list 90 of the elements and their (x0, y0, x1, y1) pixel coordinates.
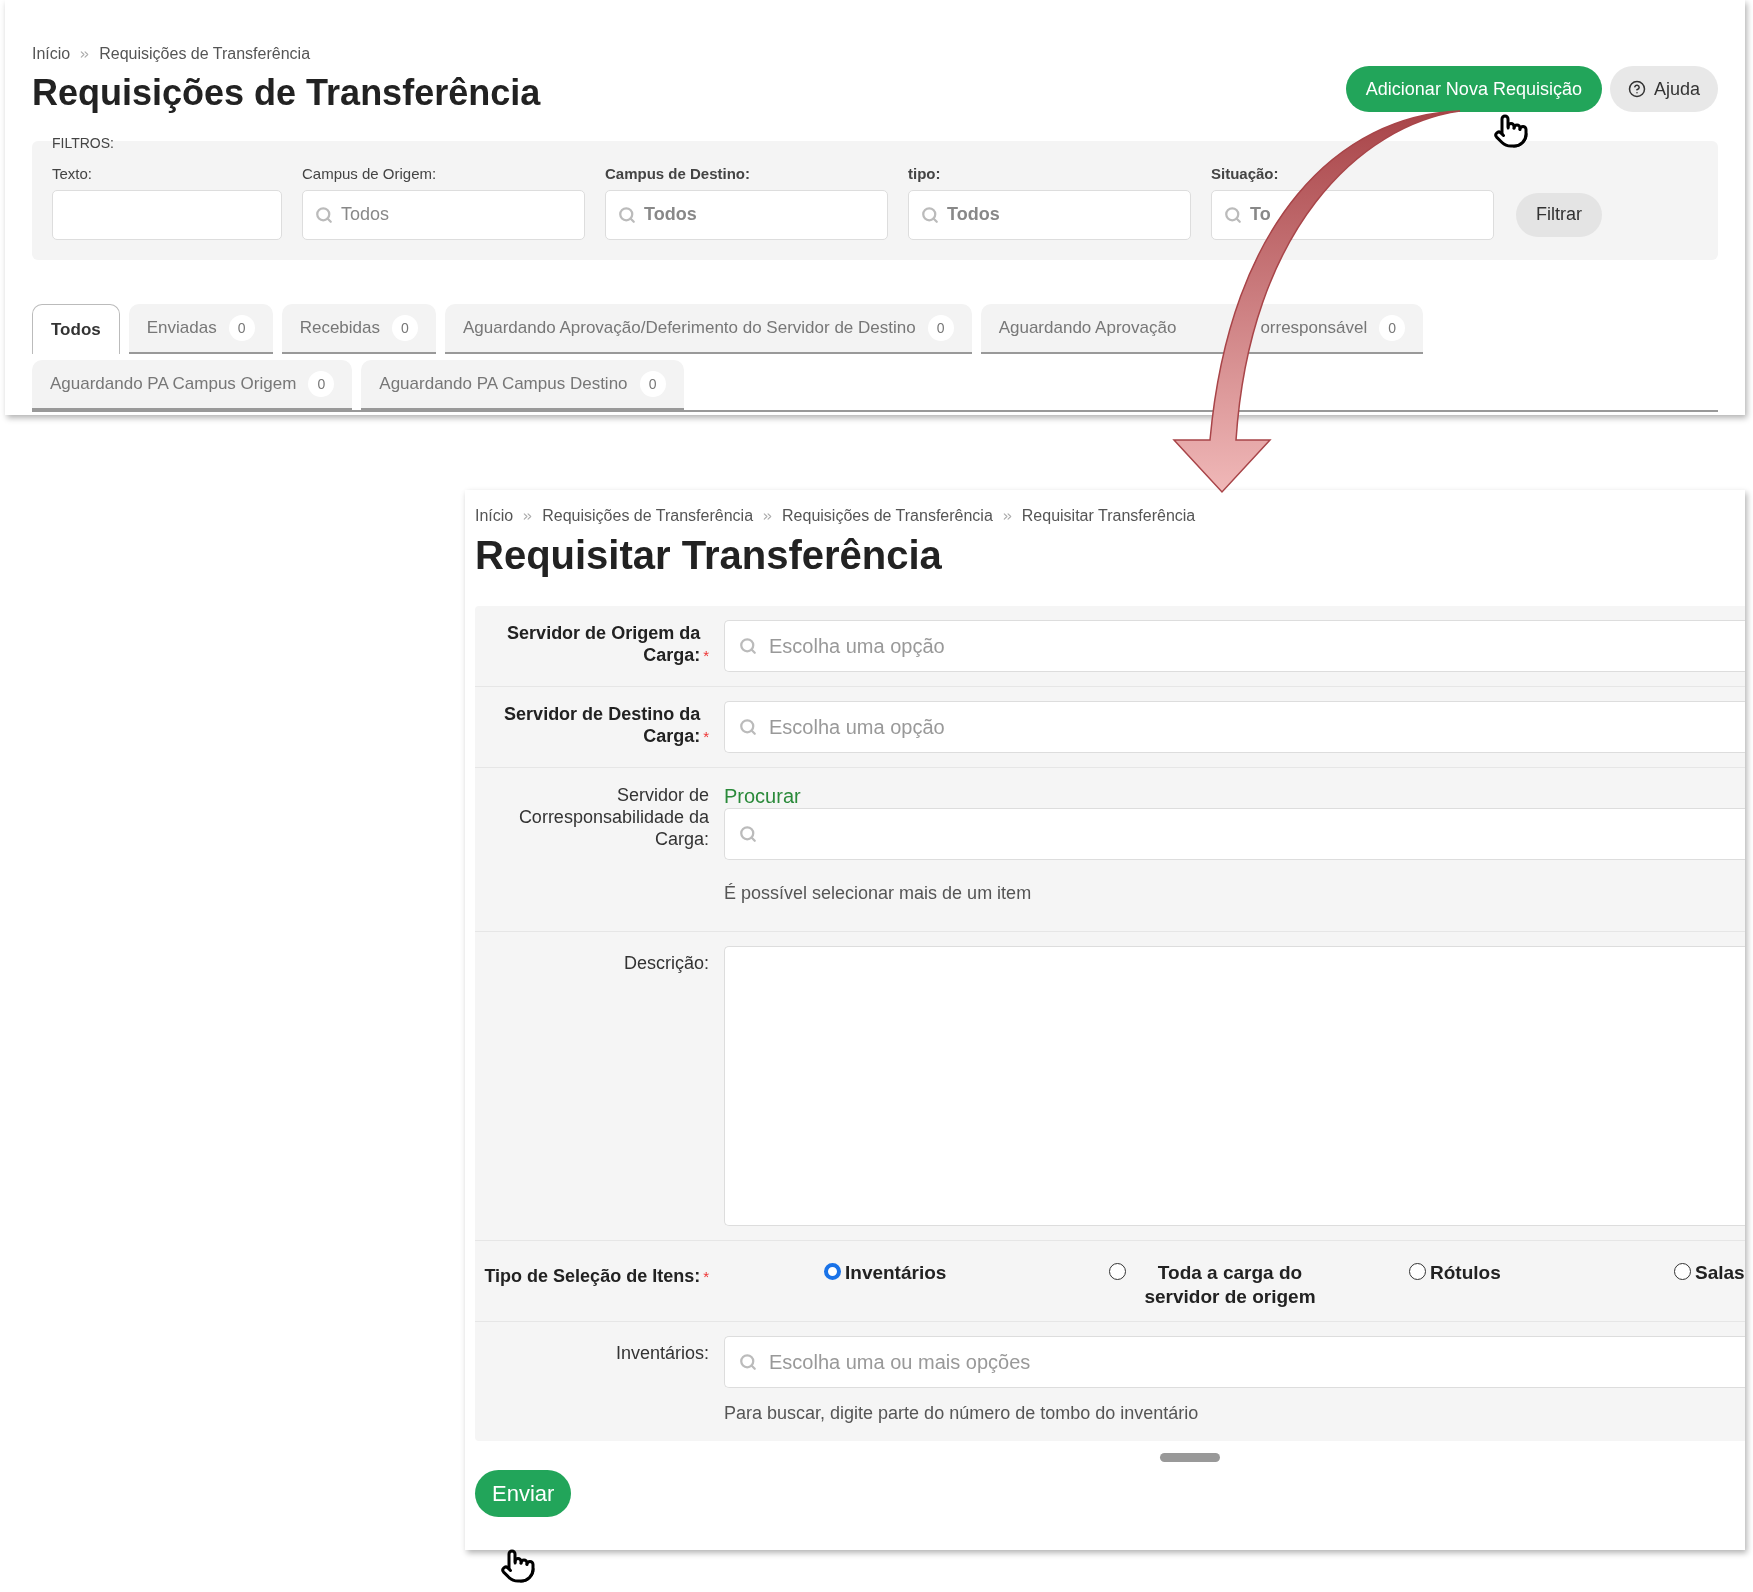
search-icon (618, 205, 636, 224)
select-value: Todos (341, 203, 390, 226)
radio-label: Salas (1695, 1261, 1745, 1285)
search-link[interactable]: Procurar (724, 784, 801, 808)
tab-label: Todos (51, 318, 101, 341)
tab-label: Aguardando Aprovação (998, 317, 1177, 340)
radio-button[interactable] (824, 1263, 841, 1280)
field-label: Servidor de Destino da Carga: (503, 703, 701, 747)
required-mark: * (703, 1271, 709, 1283)
tab-label: Enviadas (146, 317, 217, 340)
radio-button[interactable] (1409, 1263, 1426, 1280)
help-text: É possível selecionar mais de um item (724, 882, 1033, 905)
tab[interactable]: Todos (32, 304, 120, 354)
tab-label: Aguardando PA Campus Destino (379, 373, 628, 396)
breadcrumb-link[interactable]: Requisições de Transferência (99, 42, 311, 66)
description-field[interactable] (724, 946, 1745, 1226)
radio-option[interactable]: Salas (1674, 1261, 1745, 1309)
tab-label: Aguardando PA Campus Origem (50, 373, 297, 396)
filter-label: Texto: (52, 164, 94, 184)
page-title: Requisitar Transferência (475, 532, 943, 579)
count-badge: 0 (392, 315, 418, 341)
search-icon (1224, 205, 1242, 224)
radio-button[interactable] (1109, 1263, 1126, 1280)
radio-option[interactable]: Toda a carga do servidor de origem (1109, 1261, 1409, 1309)
breadcrumb-link[interactable]: Requisições de Transferência (542, 504, 754, 528)
field-label: Servidor de Origem da Carga: (506, 622, 701, 666)
field-label: Tipo de Seleção de Itens: (484, 1265, 701, 1287)
tab[interactable]: Aguardando Aprovação/Deferimento do Servidor de Destino 0 (445, 304, 972, 354)
select-field[interactable]: Escolha uma opção (724, 701, 1745, 753)
field-placeholder: Escolha uma ou mais opções (769, 1350, 1031, 1375)
field-label: Descrição: (623, 952, 709, 974)
select-value: Todos (947, 203, 1000, 226)
tab[interactable]: Aguardando PA Campus Origem 0 (32, 360, 353, 410)
tab-label: Recebidas (299, 317, 380, 340)
radio-label: Inventários (845, 1261, 947, 1285)
search-icon (739, 718, 757, 736)
select-field[interactable]: Todos (302, 189, 585, 240)
count-badge: 0 (1379, 315, 1406, 341)
filter-label: Situação: (1211, 164, 1280, 184)
select-field[interactable] (724, 808, 1745, 860)
filter-label: tipo: (908, 164, 942, 184)
radio-option[interactable]: Rótulos (1409, 1261, 1674, 1309)
help-text: Para buscar, digite parte do número de tombo do inventário (724, 1402, 1200, 1425)
help-icon (1627, 80, 1646, 98)
select-value: To (1250, 203, 1271, 226)
radio-label: Rótulos (1430, 1261, 1501, 1285)
select-field[interactable]: Todos (605, 189, 888, 240)
filter-label: Campus de Destino: (605, 164, 752, 184)
field-label: Servidor de Corresponsabilidade da Carga: (517, 784, 709, 850)
radio-button[interactable] (1674, 1263, 1691, 1280)
breadcrumb-link[interactable]: Início (475, 504, 514, 528)
field-label: Inventários: (615, 1342, 709, 1364)
breadcrumb-link[interactable]: Requisições de Transferência (782, 504, 993, 528)
count-badge: 0 (927, 315, 954, 341)
field-placeholder: Escolha uma opção (769, 634, 945, 659)
breadcrumb-link[interactable]: Requisitar Transferência (1021, 504, 1196, 528)
tab[interactable]: Enviadas 0 (128, 304, 273, 354)
filter-button[interactable]: Filtrar (1516, 192, 1602, 237)
add-request-button[interactable]: Adicionar Nova Requisição (1345, 66, 1602, 112)
text-field[interactable] (52, 189, 282, 240)
filter-label: Campus de Origem: (302, 164, 438, 184)
search-icon (739, 1353, 757, 1371)
tab-label: Aguardando Aprovação/Deferimento do Servidor de Destino (463, 317, 916, 340)
required-mark: * (703, 731, 709, 743)
tab-label: orresponsável (1260, 317, 1368, 340)
select-field[interactable]: Escolha uma opção (724, 620, 1745, 672)
radio-label: Toda a carga do servidor de origem (1143, 1261, 1317, 1309)
tab[interactable]: Recebidas 0 (281, 304, 436, 354)
radio-option[interactable]: Inventários (824, 1261, 1109, 1309)
filter-legend: FILTROS: (52, 133, 114, 154)
field-placeholder: Escolha uma opção (769, 715, 945, 740)
search-icon (739, 637, 757, 655)
breadcrumb-link[interactable]: Início (32, 42, 71, 66)
count-badge: 0 (639, 371, 666, 397)
count-badge: 0 (228, 315, 255, 341)
scrollbar-thumb (1160, 1453, 1220, 1462)
help-button[interactable]: Ajuda (1609, 66, 1718, 112)
select-field[interactable]: Todos (908, 189, 1191, 240)
required-mark: * (703, 650, 709, 662)
page-title: Requisições de Transferência (32, 71, 541, 115)
tab[interactable]: Aguardando PA Campus Destino 0 (361, 360, 684, 410)
tab[interactable]: Aguardando Aprovação orresponsável 0 (980, 304, 1424, 354)
select-field[interactable]: To (1211, 189, 1494, 240)
search-icon (921, 205, 939, 224)
count-badge: 0 (308, 371, 335, 397)
select-value: Todos (644, 203, 697, 226)
search-icon (315, 205, 333, 224)
select-field[interactable]: Escolha uma ou mais opções (724, 1336, 1745, 1388)
search-icon (739, 825, 757, 843)
submit-button[interactable]: Enviar (475, 1470, 572, 1517)
